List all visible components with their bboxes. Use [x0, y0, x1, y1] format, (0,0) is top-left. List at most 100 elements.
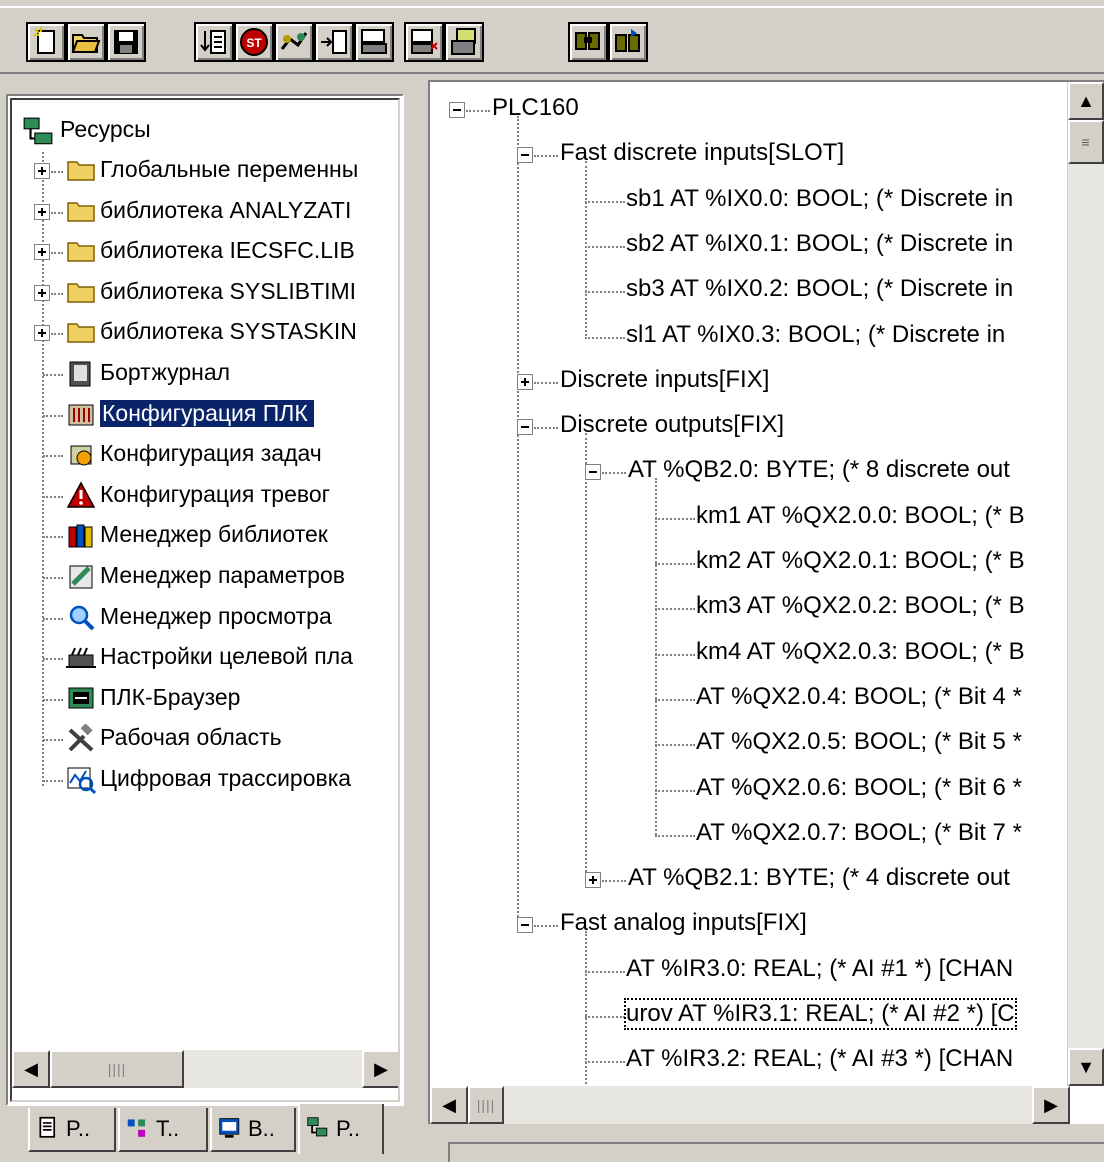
toolbar-button-login[interactable]	[274, 22, 314, 62]
expand-toggle[interactable]	[34, 203, 50, 220]
collapse-toggle[interactable]	[517, 419, 533, 436]
tree-item[interactable]: библиотека ANALYZATI	[12, 193, 384, 231]
toolbar-button-stop[interactable]: ST	[234, 22, 274, 62]
tab-visualization[interactable]: B..	[210, 1108, 296, 1152]
toolbar-button-step-over[interactable]	[314, 22, 354, 62]
tree-item[interactable]: Конфигурация ПЛК	[12, 396, 384, 434]
tree-item[interactable]: Менеджер параметров	[12, 558, 384, 596]
config-tree-row[interactable]: sb3 AT %IX0.2: BOOL; (* Discrete in	[430, 269, 1070, 313]
config-tree-row[interactable]: AT %QX2.0.6: BOOL; (* Bit 6 *	[430, 768, 1070, 812]
config-tree-row[interactable]: Discrete outputs[FIX]	[430, 405, 1070, 449]
tree-connector	[655, 744, 695, 747]
tab-label: T..	[156, 1116, 180, 1141]
left-horizontal-scrollbar[interactable]: ◀ |||| ▶	[12, 1050, 398, 1088]
collapse-toggle[interactable]	[449, 102, 465, 118]
config-tree-row[interactable]: sb1 AT %IX0.0: BOOL; (* Discrete in	[430, 179, 1070, 223]
tree-item-label: Бортжурнал	[100, 359, 231, 385]
tree-item-label: библиотека ANALYZATI	[100, 196, 352, 223]
config-tree-row[interactable]: AT %QX2.0.4: BOOL; (* Bit 4 *	[430, 677, 1070, 721]
config-tree-row[interactable]: sb2 AT %IX0.1: BOOL; (* Discrete in	[430, 224, 1070, 268]
toolbar-button-find-next[interactable]	[608, 22, 648, 62]
tree-item[interactable]: Конфигурация тревог	[12, 477, 384, 515]
tab-types[interactable]: T..	[118, 1108, 208, 1152]
config-item-label: km2 AT %QX2.0.1: BOOL; (* B	[696, 547, 1025, 574]
config-tree-row[interactable]: sl1 AT %IX0.3: BOOL; (* Discrete in	[430, 315, 1070, 359]
config-item-label: AT %QX2.0.6: BOOL; (* Bit 6 *	[696, 773, 1022, 801]
scroll-up-button[interactable]: ▲	[1068, 82, 1104, 120]
tree-item[interactable]: ПЛК-Браузер	[12, 680, 384, 718]
tree-item[interactable]: Настройки целевой пла	[12, 639, 384, 677]
config-item-label: sb3 AT %IX0.2: BOOL; (* Discrete in	[626, 275, 1014, 303]
config-tree-row[interactable]: AT %QX2.0.5: BOOL; (* Bit 5 *	[430, 722, 1070, 766]
visualization-tab-icon	[218, 1116, 244, 1142]
config-tree-row[interactable]: km2 AT %QX2.0.1: BOOL; (* B	[430, 541, 1070, 585]
toolbar-button-step-in[interactable]	[194, 22, 234, 62]
tree-item[interactable]: библиотека IECSFC.LIB	[12, 233, 384, 271]
config-tree-row[interactable]: AT %IR3.2: REAL; (* AI #3 *) [CHAN	[430, 1039, 1070, 1083]
config-tree-row[interactable]: PLC160	[430, 88, 1070, 132]
tree-item[interactable]: Бортжурнал	[12, 355, 384, 393]
toolbar: ST	[0, 0, 1104, 74]
config-tree-row[interactable]: AT %QB2.1: BYTE; (* 4 discrete out	[430, 858, 1070, 902]
toolbar-button-new-file[interactable]	[26, 22, 66, 62]
tree-item[interactable]: Менеджер библиотек	[12, 517, 384, 555]
tree-item-label: Конфигурация ПЛК	[100, 399, 314, 427]
find-next-icon	[613, 27, 643, 57]
config-tree-row[interactable]: AT %QX2.0.7: BOOL; (* Bit 7 *	[430, 813, 1070, 857]
tree-item[interactable]: Цифровая трассировка	[12, 761, 384, 799]
right-horizontal-scrollbar[interactable]: ◀ |||| ▶	[430, 1086, 1070, 1124]
tab-pou[interactable]: P..	[28, 1108, 116, 1152]
scroll-left-button[interactable]: ◀	[12, 1050, 50, 1088]
tree-item-label: Ресурсы	[60, 116, 151, 142]
config-tree-row[interactable]: Fast discrete inputs[SLOT]	[430, 133, 1070, 177]
vertical-scroll-thumb[interactable]: ≡	[1068, 120, 1104, 164]
config-tree-row[interactable]: AT %IR3.0: REAL; (* AI #1 *) [CHAN	[430, 949, 1070, 993]
scroll-right-button[interactable]: ▶	[362, 1050, 398, 1088]
config-tree-row[interactable]: km1 AT %QX2.0.0: BOOL; (* B	[430, 496, 1070, 540]
scroll-left-button[interactable]: ◀	[430, 1086, 468, 1124]
tree-root-resources[interactable]: Ресурсы	[12, 112, 384, 150]
expand-toggle[interactable]	[34, 244, 50, 261]
config-tree-row[interactable]: km4 AT %QX2.0.3: BOOL; (* B	[430, 632, 1070, 676]
tree-item[interactable]: Рабочая область	[12, 720, 384, 758]
pane-splitter[interactable]	[404, 80, 428, 1160]
collapse-toggle[interactable]	[517, 917, 533, 934]
scroll-thumb[interactable]: ||||	[50, 1050, 184, 1088]
toolbar-button-save-disk[interactable]	[106, 22, 146, 62]
toolbar-button-online-delete[interactable]	[404, 22, 444, 62]
expand-toggle[interactable]	[585, 872, 601, 889]
config-tree-row[interactable]: Discrete inputs[FIX]	[430, 360, 1070, 404]
tree-item[interactable]: библиотека SYSLIBTIMI	[12, 274, 384, 312]
expand-toggle[interactable]	[34, 163, 50, 179]
config-tree-row[interactable]: Fast analog inputs[FIX]	[430, 903, 1070, 947]
toolbar-button-open-folder[interactable]	[66, 22, 106, 62]
config-tree-row[interactable]: urov AT %IR3.1: REAL; (* AI #2 *) [C	[430, 994, 1070, 1038]
expand-toggle[interactable]	[517, 373, 533, 390]
tab-resources[interactable]: P..	[298, 1104, 384, 1154]
workspace-tools-icon	[66, 723, 96, 761]
tree-connector	[51, 333, 63, 336]
config-tree-row[interactable]: AT %QB2.0: BYTE; (* 8 discrete out	[430, 450, 1070, 494]
scroll-right-button[interactable]: ▶	[1032, 1086, 1070, 1124]
expand-toggle[interactable]	[34, 284, 50, 301]
toolbar-button-online[interactable]	[354, 22, 394, 62]
config-item-label: Fast discrete inputs[SLOT]	[560, 139, 845, 167]
tree-item[interactable]: библиотека SYSTASKIN	[12, 314, 384, 352]
right-vertical-scrollbar[interactable]: ▲ ≡ ▼	[1067, 82, 1104, 1086]
tree-connector	[534, 925, 558, 928]
scroll-down-button[interactable]: ▼	[1068, 1048, 1104, 1086]
tree-item[interactable]: Глобальные переменны	[12, 152, 384, 190]
tree-item[interactable]: Менеджер просмотра	[12, 599, 384, 637]
toolbar-button-find[interactable]	[568, 22, 608, 62]
toolbar-button-download[interactable]	[444, 22, 484, 62]
collapse-toggle[interactable]	[517, 147, 533, 164]
resources-tree[interactable]: Ресурсы Глобальные переменны библиотека AN…	[12, 100, 384, 1050]
scroll-thumb[interactable]: ||||	[468, 1086, 504, 1124]
tree-item[interactable]: Конфигурация задач	[12, 436, 384, 474]
plc-configuration-tree[interactable]: PLC160 Fast discrete inputs[SLOT] sb1 AT %…	[430, 82, 1070, 1086]
expand-toggle[interactable]	[34, 325, 50, 342]
config-tree-row[interactable]: km3 AT %QX2.0.2: BOOL; (* B	[430, 586, 1070, 630]
folder-icon	[66, 278, 96, 315]
collapse-toggle[interactable]	[585, 464, 601, 481]
step-in-icon	[199, 27, 229, 57]
